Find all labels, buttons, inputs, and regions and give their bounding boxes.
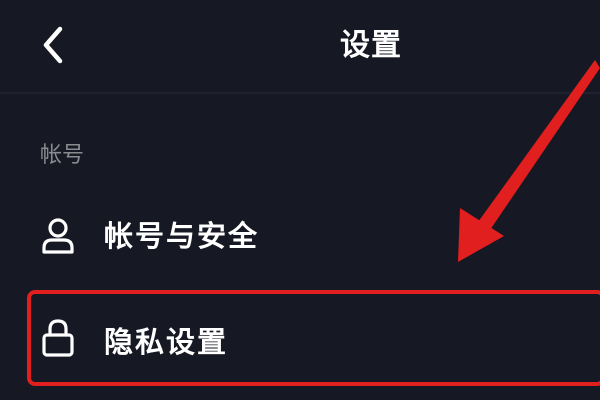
settings-item-label: 帐号与安全 xyxy=(104,219,260,253)
header-divider xyxy=(0,92,600,94)
settings-item-account-security[interactable]: 帐号与安全 xyxy=(0,188,600,284)
settings-item-label: 隐私设置 xyxy=(104,325,229,359)
user-icon xyxy=(38,216,78,256)
settings-screen: 设置 帐号 帐号与安全 隐私设置 xyxy=(0,0,600,400)
top-bar: 设置 xyxy=(0,0,600,92)
lock-icon xyxy=(38,318,78,358)
settings-item-privacy[interactable]: 隐私设置 xyxy=(0,292,600,388)
section-label-account: 帐号 xyxy=(40,143,85,168)
page-title: 设置 xyxy=(340,28,402,63)
